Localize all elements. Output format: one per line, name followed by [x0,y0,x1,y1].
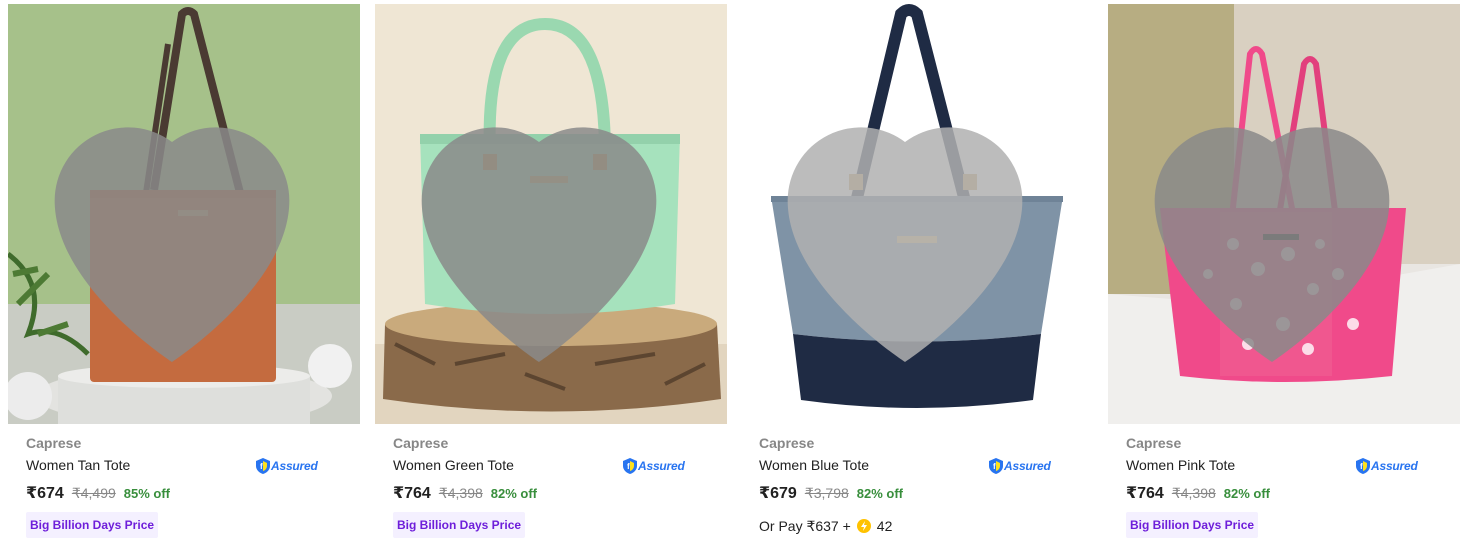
product-info: Caprese Women Blue Tote f Assured ₹679 ₹… [759,432,1075,539]
product-card[interactable]: Caprese Women Green Tote f Assured ₹764 … [375,0,727,548]
product-brand: Caprese [393,435,449,451]
assured-badge: f Assured [623,456,685,476]
assured-label: Assured [1371,459,1418,473]
assured-label: Assured [271,459,318,473]
assured-badge: f Assured [989,456,1051,476]
mrp-price: ₹4,398 [438,484,483,501]
product-grid: Caprese Women Tan Tote f Assured ₹674 ₹4… [0,0,1463,548]
discount-percent: 82% off [490,485,538,501]
selling-price: ₹764 [393,485,431,502]
product-image[interactable] [1108,4,1460,424]
heart-icon[interactable] [8,20,348,424]
offer-badge: Big Billion Days Price [26,512,159,538]
flipkart-assured-shield-icon: f [989,458,1003,474]
mrp-price: ₹3,798 [804,484,849,501]
product-image[interactable] [8,4,360,424]
flipkart-assured-shield-icon: f [1356,458,1370,474]
product-card[interactable]: Caprese Women Tan Tote f Assured ₹674 ₹4… [8,0,360,548]
discount-percent: 82% off [856,485,904,501]
product-info: Caprese Women Pink Tote f Assured ₹764 ₹… [1126,432,1442,538]
supercoin-prefix: Or Pay ₹637 + [759,517,851,534]
assured-label: Assured [1004,459,1051,473]
product-image[interactable] [741,4,1093,424]
product-info: Caprese Women Green Tote f Assured ₹764 … [393,432,709,538]
selling-price: ₹679 [759,485,797,502]
offer-badge: Big Billion Days Price [393,512,526,538]
selling-price: ₹674 [26,485,64,502]
mrp-price: ₹4,499 [71,484,116,501]
heart-icon[interactable] [741,20,1081,424]
offer-badge: Big Billion Days Price [1126,512,1259,538]
product-card[interactable]: Caprese Women Blue Tote f Assured ₹679 ₹… [741,0,1093,548]
product-brand: Caprese [1126,435,1182,451]
heart-icon[interactable] [1108,20,1448,424]
discount-percent: 85% off [123,485,171,501]
product-brand: Caprese [759,435,815,451]
assured-label: Assured [638,459,685,473]
svg-text:f: f [627,462,630,471]
assured-badge: f Assured [256,456,318,476]
svg-text:f: f [993,462,996,471]
supercoin-value: 42 [876,518,893,534]
product-info: Caprese Women Tan Tote f Assured ₹674 ₹4… [26,432,342,538]
discount-percent: 82% off [1223,485,1271,501]
product-brand: Caprese [26,435,82,451]
supercoin-offer: Or Pay ₹637 + 42 [759,513,1075,539]
flipkart-assured-shield-icon: f [623,458,637,474]
product-card[interactable]: Caprese Women Pink Tote f Assured ₹764 ₹… [1108,0,1460,548]
svg-text:f: f [1360,462,1363,471]
supercoin-icon [856,519,871,533]
svg-text:f: f [260,462,263,471]
selling-price: ₹764 [1126,485,1164,502]
flipkart-assured-shield-icon: f [256,458,270,474]
mrp-price: ₹4,398 [1171,484,1216,501]
product-image[interactable] [375,4,727,424]
heart-icon[interactable] [375,20,715,424]
assured-badge: f Assured [1356,456,1418,476]
